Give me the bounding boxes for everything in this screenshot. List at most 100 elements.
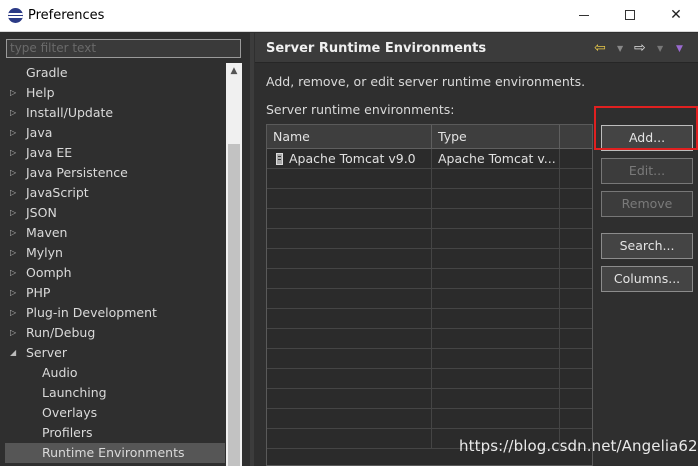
tree-item[interactable]: ▷ Maven [5, 223, 225, 243]
tree-item[interactable]: ▷ PHP [5, 283, 225, 303]
empty-table-row [267, 389, 592, 409]
table-row[interactable]: Apache Tomcat v9.0 Apache Tomcat v... [267, 149, 592, 169]
empty-cell [432, 329, 560, 349]
tree-item-label: Plug-in Development [26, 305, 157, 320]
tree-scrollbar[interactable]: ▲ [226, 63, 242, 466]
page-title: Server Runtime Environments [266, 41, 487, 56]
close-button[interactable]: ✕ [660, 4, 692, 26]
tree-item[interactable]: ◢ Server [5, 343, 225, 363]
tree-item[interactable]: ▷ Mylyn [5, 243, 225, 263]
column-header-name[interactable]: Name [267, 125, 432, 149]
empty-cell [432, 269, 560, 289]
empty-cell [560, 369, 592, 389]
empty-table-row [267, 329, 592, 349]
empty-table-row [267, 169, 592, 189]
tree-item-label: Runtime Environments [42, 445, 185, 460]
tree-item-label: Run/Debug [26, 325, 96, 340]
empty-cell [560, 269, 592, 289]
empty-cell [267, 349, 432, 369]
window-title: Preferences [28, 8, 105, 23]
tree-item[interactable]: ▷ Java Persistence [5, 163, 225, 183]
collapsed-arrow-icon[interactable]: ▷ [10, 163, 16, 183]
runtime-type-cell: Apache Tomcat v... [432, 149, 560, 169]
tree-item[interactable]: Launching [5, 383, 225, 403]
tree-item[interactable]: Profilers [5, 423, 225, 443]
collapsed-arrow-icon[interactable]: ▷ [10, 303, 16, 323]
tree-item[interactable]: ▷ Oomph [5, 263, 225, 283]
empty-cell [560, 169, 592, 189]
empty-cell [267, 229, 432, 249]
tree-item[interactable]: ▷ Java EE [5, 143, 225, 163]
collapsed-arrow-icon[interactable]: ▷ [10, 263, 16, 283]
empty-cell [267, 169, 432, 189]
empty-cell [432, 169, 560, 189]
tree-item[interactable]: ▷ Run/Debug [5, 323, 225, 343]
forward-dropdown-icon[interactable]: ▼ [657, 44, 663, 53]
collapsed-arrow-icon[interactable]: ▷ [10, 243, 16, 263]
server-runtime-page: Server Runtime Environments ⇦ ▼ ⇨ ▼ ▼ Ad… [255, 33, 698, 466]
collapsed-arrow-icon[interactable]: ▷ [10, 223, 16, 243]
tree-item-label: Overlays [42, 405, 98, 420]
tree-item[interactable]: ▷ Plug-in Development [5, 303, 225, 323]
tree-item-label: Java EE [26, 145, 73, 160]
collapsed-arrow-icon[interactable]: ▷ [10, 143, 16, 163]
empty-cell [267, 289, 432, 309]
collapsed-arrow-icon[interactable]: ▷ [10, 103, 16, 123]
collapsed-arrow-icon[interactable]: ▷ [10, 183, 16, 203]
forward-arrow-icon[interactable]: ⇨ [634, 40, 646, 56]
tree-item-label: Launching [42, 385, 107, 400]
collapsed-arrow-icon[interactable]: ▷ [10, 83, 16, 103]
empty-cell [267, 209, 432, 229]
runtime-table[interactable]: Name Type Apache Tomcat v9.0 Apache Tomca… [266, 124, 593, 466]
tree-item-label: Install/Update [26, 105, 114, 120]
edit-button[interactable]: Edit... [601, 158, 693, 184]
view-menu-icon[interactable]: ▼ [676, 44, 683, 54]
empty-cell [432, 249, 560, 269]
collapsed-arrow-icon[interactable]: ▷ [10, 323, 16, 343]
empty-cell [560, 329, 592, 349]
panel-divider[interactable] [250, 33, 254, 466]
back-dropdown-icon[interactable]: ▼ [617, 44, 623, 53]
tree-item[interactable]: Overlays [5, 403, 225, 423]
tree-item-label: Oomph [26, 265, 72, 280]
search-button[interactable]: Search... [601, 233, 693, 259]
back-arrow-icon[interactable]: ⇦ [594, 40, 606, 56]
maximize-button[interactable] [614, 4, 646, 26]
collapsed-arrow-icon[interactable]: ▷ [10, 123, 16, 143]
table-header: Name Type [267, 125, 592, 149]
scroll-thumb[interactable] [228, 144, 240, 466]
empty-cell [432, 289, 560, 309]
maximize-icon [625, 10, 635, 20]
empty-cell [267, 269, 432, 289]
tree-item-label: PHP [26, 285, 51, 300]
columns-button-label: Columns... [613, 271, 681, 286]
scroll-up-icon[interactable]: ▲ [226, 63, 242, 79]
empty-cell [267, 389, 432, 409]
tree-item-label: Server [26, 345, 67, 360]
tree-item[interactable]: Audio [5, 363, 225, 383]
empty-table-row [267, 249, 592, 269]
tree-item[interactable]: ▷ Java [5, 123, 225, 143]
column-header-type[interactable]: Type [432, 125, 560, 149]
empty-table-row [267, 349, 592, 369]
columns-button[interactable]: Columns... [601, 266, 693, 292]
tree-item[interactable]: ▷ Help [5, 83, 225, 103]
collapsed-arrow-icon[interactable]: ▷ [10, 283, 16, 303]
expanded-arrow-icon[interactable]: ◢ [10, 343, 16, 363]
tree-item-label: Maven [26, 225, 68, 240]
empty-cell [267, 409, 432, 429]
tree-item[interactable]: Gradle [5, 63, 225, 83]
empty-cell [560, 209, 592, 229]
tree-item[interactable]: Runtime Environments [5, 443, 225, 463]
empty-cell [560, 409, 592, 429]
remove-button[interactable]: Remove [601, 191, 693, 217]
tree-item[interactable]: ▷ JSON [5, 203, 225, 223]
filter-input[interactable]: type filter text [6, 39, 241, 58]
empty-cell [432, 229, 560, 249]
empty-cell [432, 349, 560, 369]
collapsed-arrow-icon[interactable]: ▷ [10, 203, 16, 223]
tree-item[interactable]: ▷ JavaScript [5, 183, 225, 203]
tree-item[interactable]: ▷ Install/Update [5, 103, 225, 123]
minimize-button[interactable] [568, 4, 600, 26]
runtime-name-cell: Apache Tomcat v9.0 [267, 149, 432, 169]
